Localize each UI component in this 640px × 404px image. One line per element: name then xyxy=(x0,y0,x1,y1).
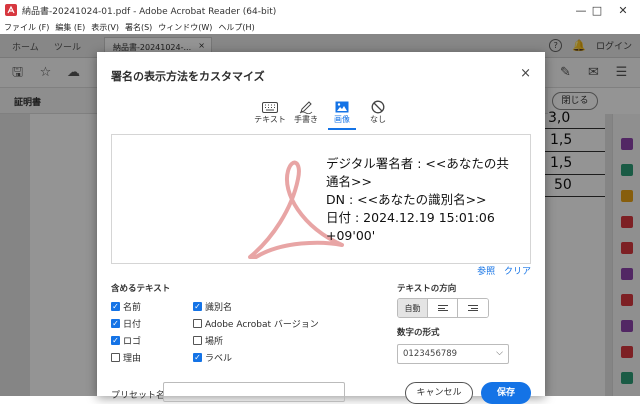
checkbox-label: 日付 xyxy=(123,320,142,330)
checkbox-label: 名前 xyxy=(123,303,142,313)
cancel-button[interactable]: キャンセル xyxy=(405,382,473,404)
preset-name-input[interactable] xyxy=(163,382,345,402)
checkbox-checked-icon: ✓ xyxy=(111,335,120,345)
clear-link[interactable]: クリア xyxy=(504,267,531,277)
direction-auto-button[interactable]: 自動 xyxy=(398,299,428,317)
mode-none[interactable]: なし xyxy=(360,100,396,128)
menu-file[interactable]: ファイル (F) xyxy=(4,22,49,33)
text-direction-group: 自動 xyxy=(397,298,489,318)
window-title: 納品書-20241024-01.pdf - Adobe Acrobat Read… xyxy=(22,6,277,17)
menu-edit[interactable]: 編集 (E) xyxy=(55,22,85,33)
checkbox-label: 場所 xyxy=(205,337,224,347)
checkbox-checked-icon: ✓ xyxy=(193,301,202,311)
mode-text[interactable]: テキスト xyxy=(252,100,288,128)
checkbox-checked-icon: ✓ xyxy=(111,301,120,311)
preset-name-label: プリセット名 xyxy=(111,391,166,401)
title-bar: 納品書-20241024-01.pdf - Adobe Acrobat Read… xyxy=(0,0,640,20)
checkbox-date[interactable]: ✓ 日付 xyxy=(111,317,141,330)
align-left-button[interactable] xyxy=(428,299,458,317)
signature-mode-selector: テキスト 手書き 画像 なし xyxy=(252,100,396,130)
mode-none-label: なし xyxy=(370,115,386,124)
chevron-down-icon: ⌵ xyxy=(496,348,503,358)
customize-signature-dialog: 署名の表示方法をカスタマイズ × テキスト 手書き 画像 なし デジタル署名者 … xyxy=(97,52,545,404)
checkbox-distinguished-name[interactable]: ✓ 識別名 xyxy=(193,300,232,313)
dialog-title: 署名の表示方法をカスタマイズ xyxy=(111,70,265,83)
save-button[interactable]: 保存 xyxy=(481,382,531,404)
checkbox-logo[interactable]: ✓ ロゴ xyxy=(111,334,141,347)
checkbox-empty-icon xyxy=(193,319,202,328)
signature-preview: デジタル署名者 : <<あなたの共 通名>> DN : <<あなたの識別名>> … xyxy=(111,134,531,264)
menu-sign[interactable]: 署名(S) xyxy=(125,22,152,33)
number-format-label: 数字の形式 xyxy=(397,328,440,338)
menu-window[interactable]: ウィンドウ(W) xyxy=(158,22,212,33)
number-format-value: 0123456789 xyxy=(403,349,458,359)
checkbox-label: Adobe Acrobat バージョン xyxy=(205,320,319,330)
align-left-icon xyxy=(437,305,448,311)
mode-handwriting[interactable]: 手書き xyxy=(288,100,324,128)
image-icon xyxy=(335,101,349,113)
align-right-icon xyxy=(468,305,478,311)
checkbox-label-field[interactable]: ✓ ラベル xyxy=(193,351,232,364)
number-format-select[interactable]: 0123456789 ⌵ xyxy=(397,344,509,364)
browse-link[interactable]: 参照 xyxy=(477,267,495,277)
menu-help[interactable]: ヘルプ(H) xyxy=(218,22,254,33)
mode-image-label: 画像 xyxy=(334,115,350,124)
image-links: 参照 クリア xyxy=(471,264,531,277)
checkbox-checked-icon: ✓ xyxy=(111,318,120,328)
close-window-button[interactable]: ✕ xyxy=(608,0,638,20)
dialog-close-icon[interactable]: × xyxy=(520,66,531,81)
include-text-label: 含めるテキスト xyxy=(111,284,171,294)
checkbox-reason[interactable]: 理由 xyxy=(111,351,141,364)
checkbox-label: 識別名 xyxy=(205,303,233,313)
checkbox-location[interactable]: 場所 xyxy=(193,334,223,347)
checkbox-label: ラベル xyxy=(205,354,233,364)
menu-view[interactable]: 表示(V) xyxy=(91,22,119,33)
checkbox-name[interactable]: ✓ 名前 xyxy=(111,300,141,313)
checkbox-acrobat-version[interactable]: Adobe Acrobat バージョン xyxy=(193,317,319,330)
keyboard-icon xyxy=(262,101,278,113)
acrobat-app-icon xyxy=(5,4,17,16)
checkbox-checked-icon: ✓ xyxy=(193,352,202,362)
no-icon xyxy=(371,100,385,114)
checkbox-empty-icon xyxy=(193,336,202,345)
signature-preview-text: デジタル署名者 : <<あなたの共 通名>> DN : <<あなたの識別名>> … xyxy=(326,156,509,243)
mode-handwriting-label: 手書き xyxy=(294,115,318,124)
align-right-button[interactable] xyxy=(458,299,488,317)
checkbox-label: ロゴ xyxy=(123,337,142,347)
checkbox-empty-icon xyxy=(111,353,120,362)
text-direction-label: テキストの方向 xyxy=(397,284,457,294)
mode-image[interactable]: 画像 xyxy=(324,100,360,130)
menu-bar: ファイル (F) 編集 (E) 表示(V) 署名(S) ウィンドウ(W) ヘルプ… xyxy=(0,20,640,34)
checkbox-label: 理由 xyxy=(123,354,142,364)
pen-icon xyxy=(299,101,313,114)
mode-text-label: テキスト xyxy=(254,115,286,124)
